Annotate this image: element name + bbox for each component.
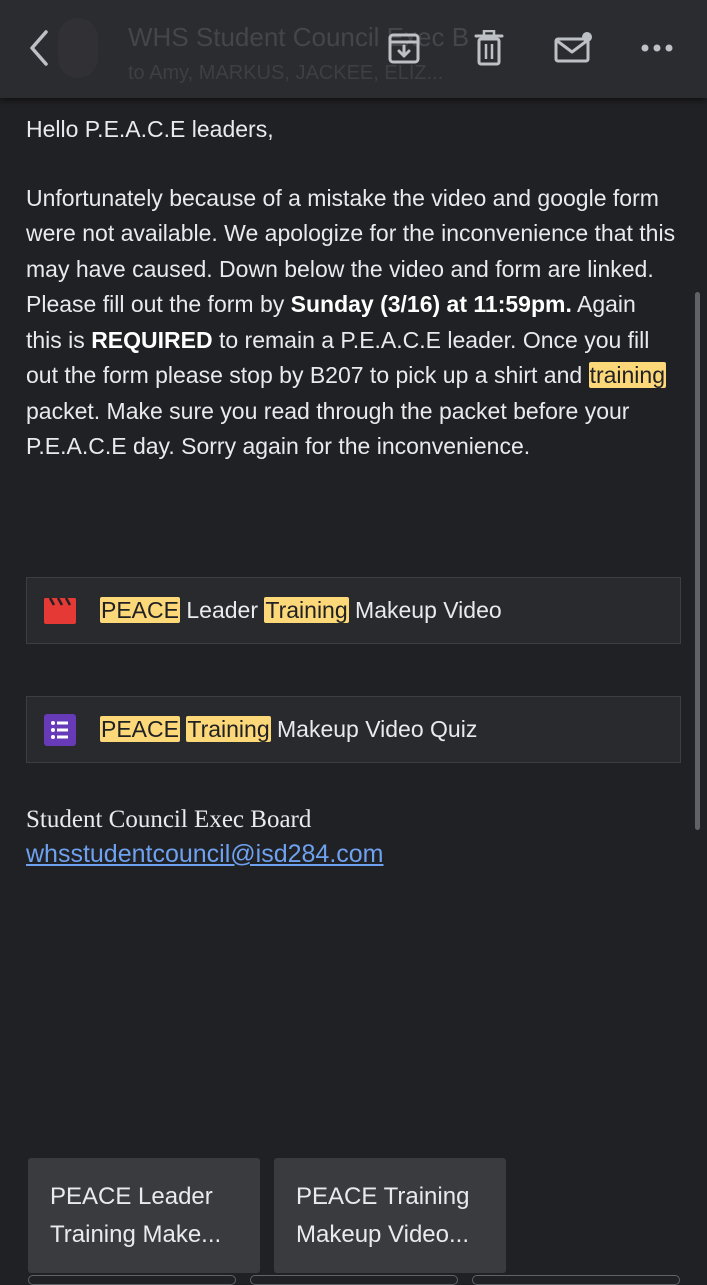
- search-highlight: Training: [186, 716, 271, 742]
- deadline-text: Sunday (3/16) at 11:59pm.: [290, 291, 572, 317]
- search-highlight: PEACE: [100, 597, 180, 623]
- back-button[interactable]: [16, 24, 62, 72]
- more-horizontal-icon: [641, 44, 673, 52]
- mail-unread-icon: [554, 32, 592, 63]
- trash-icon: [474, 30, 504, 66]
- card-title-line: PEACE Leader: [50, 1183, 213, 1210]
- title-text: Makeup Video: [348, 597, 502, 623]
- attachment-preview-card-video[interactable]: PEACE Leader Training Make...: [28, 1158, 260, 1273]
- mark-unread-button[interactable]: [550, 24, 596, 72]
- recipients-line[interactable]: to Amy, MARKUS, JACKEE, ELIZ...: [128, 62, 508, 85]
- body-text: packet. Make sure you read through the p…: [26, 397, 630, 460]
- sender-avatar: [58, 18, 98, 78]
- search-highlight: Training: [264, 597, 349, 623]
- more-options-button[interactable]: [634, 24, 680, 72]
- email-body: Hello P.E.A.C.E leaders, Unfortunately b…: [26, 112, 676, 498]
- card-title-line: Training Make...: [50, 1221, 222, 1248]
- signature-email-link[interactable]: whsstudentcouncil@isd284.com: [26, 840, 384, 869]
- attachment-title: PEACE Leader Training Makeup Video: [100, 597, 502, 624]
- action-button-peek[interactable]: [250, 1275, 458, 1285]
- scrollbar-thumb[interactable]: [695, 292, 700, 830]
- attachment-title: PEACE Training Makeup Video Quiz: [100, 716, 477, 743]
- search-highlight: training: [588, 362, 666, 388]
- attachment-preview-card-quiz[interactable]: PEACE Training Makeup Video...: [274, 1158, 506, 1273]
- title-text: Leader: [179, 597, 265, 623]
- video-clapperboard-icon: [43, 596, 77, 626]
- attachment-video-chip[interactable]: PEACE Leader Training Makeup Video: [26, 577, 681, 644]
- action-button-peek[interactable]: [472, 1275, 680, 1285]
- top-toolbar: WHS Student Council Exec Board to Amy, M…: [0, 0, 707, 98]
- card-title-line: Makeup Video...: [296, 1221, 470, 1248]
- card-title-line: PEACE Training: [296, 1183, 470, 1210]
- archive-icon: [388, 33, 420, 64]
- search-highlight: PEACE: [100, 716, 180, 742]
- body-paragraph: Unfortunately because of a mistake the v…: [26, 181, 676, 465]
- title-text: Makeup Video Quiz: [270, 716, 478, 742]
- attachment-quiz-chip[interactable]: PEACE Training Makeup Video Quiz: [26, 696, 681, 763]
- forms-list-icon: [43, 713, 77, 746]
- greeting: Hello P.E.A.C.E leaders,: [26, 116, 274, 142]
- action-button-peek[interactable]: [28, 1275, 236, 1285]
- signature-name: Student Council Exec Board: [26, 806, 312, 833]
- back-arrow-icon: [30, 30, 48, 66]
- archive-button[interactable]: [381, 24, 427, 72]
- delete-button[interactable]: [466, 24, 512, 72]
- required-text: REQUIRED: [91, 326, 213, 353]
